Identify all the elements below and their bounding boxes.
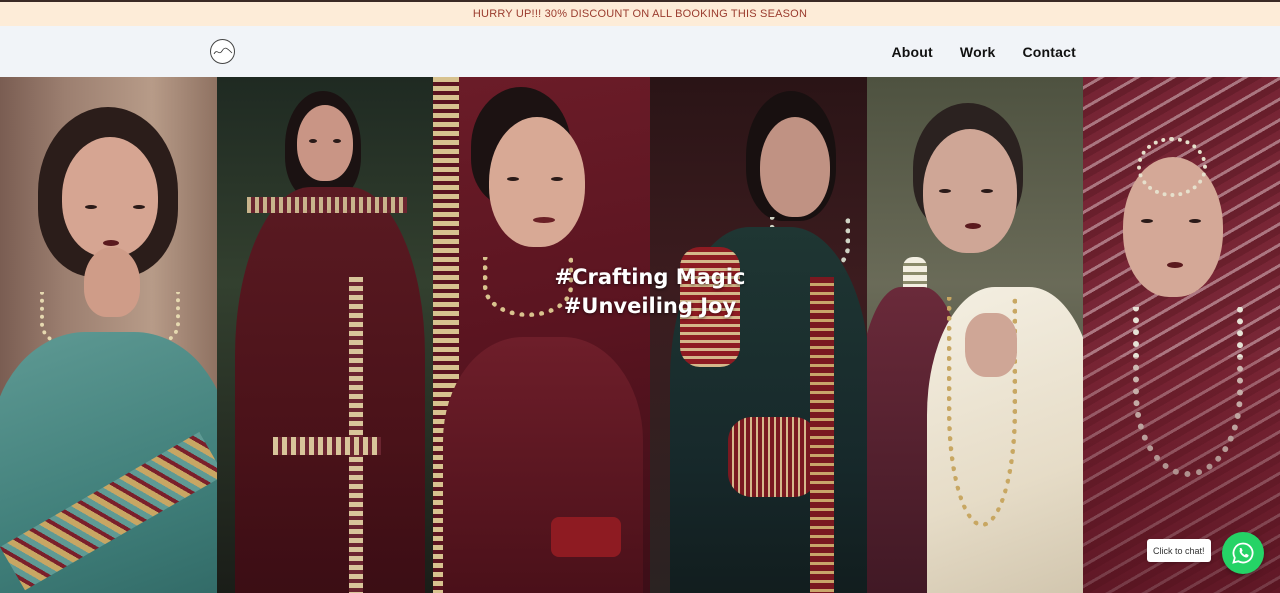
- chat-tooltip[interactable]: Click to chat!: [1147, 539, 1211, 562]
- site-header: About Work Contact: [0, 26, 1280, 77]
- nav-contact[interactable]: Contact: [1022, 44, 1076, 60]
- brand-logo[interactable]: [210, 39, 235, 64]
- gallery-photo-6: [1083, 77, 1280, 593]
- gallery-photo-2: [217, 77, 433, 593]
- promo-banner: HURRY UP!!! 30% DISCOUNT ON ALL BOOKING …: [0, 0, 1280, 26]
- main-nav: About Work Contact: [891, 26, 1076, 77]
- gallery-photo-4: [650, 77, 867, 593]
- hero-gallery: [0, 77, 1280, 593]
- nav-work[interactable]: Work: [960, 44, 996, 60]
- whatsapp-chat-button[interactable]: [1222, 532, 1264, 574]
- chat-tooltip-text: Click to chat!: [1153, 545, 1205, 556]
- logo-signature-icon: [213, 47, 232, 54]
- gallery-photo-1: [0, 77, 217, 593]
- gallery-photo-5: [867, 77, 1083, 593]
- gallery-photo-3: [433, 77, 650, 593]
- nav-about[interactable]: About: [891, 44, 932, 60]
- whatsapp-icon: [1232, 542, 1254, 564]
- promo-text: HURRY UP!!! 30% DISCOUNT ON ALL BOOKING …: [472, 8, 808, 20]
